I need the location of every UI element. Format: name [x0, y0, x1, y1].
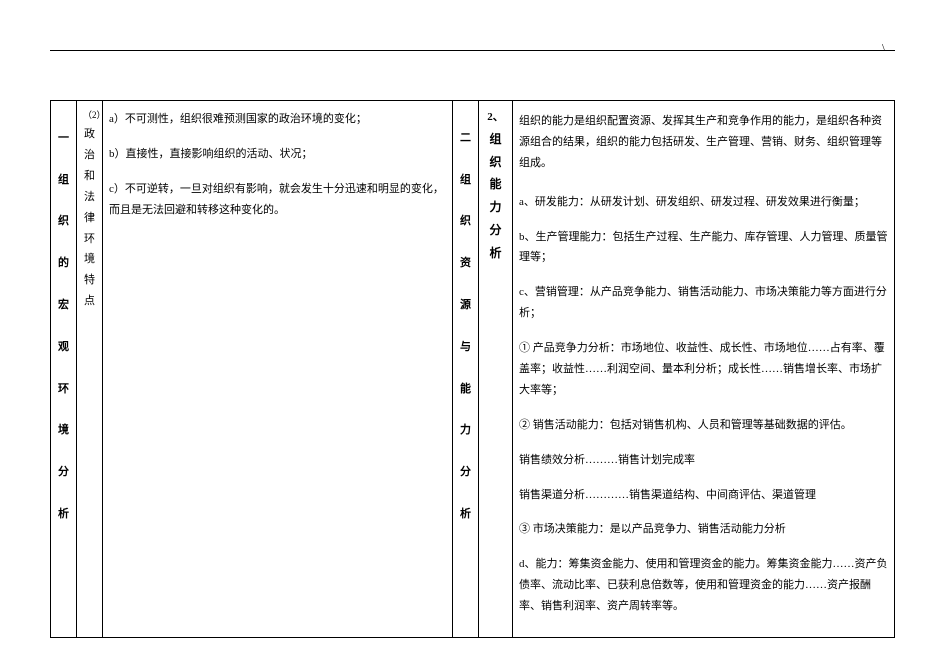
left-sub-title-char: 和: [83, 166, 96, 187]
right-sale-channel: 销售渠道分析…………销售渠道结构、中间商评估、渠道管理: [519, 485, 888, 506]
left-sub-title-char: 点: [83, 291, 96, 312]
left-section-title-char: 分: [57, 462, 70, 483]
table-row: 一 组 织 的 宏 观 环 境 分 析 （2） 政 治 和 法 律 环 境 特 …: [51, 101, 895, 638]
right-section-title-char: 织: [459, 211, 472, 232]
header-rule: [50, 50, 895, 51]
right-item-d: d、能力：筹集资金能力、使用和管理资金的能力。筹集资金能力……资产负债率、流动比…: [519, 554, 888, 617]
right-sub-title-char: 组: [485, 128, 506, 151]
left-section-number: 一: [57, 128, 70, 149]
left-section-title-char: 境: [57, 420, 70, 441]
right-section-title-char: 资: [459, 253, 472, 274]
left-section-title-char: 环: [57, 379, 70, 400]
right-item-3: ③ 市场决策能力：是以产品竞争力、销售活动能力分析: [519, 519, 888, 540]
left-sub-title-char: 法: [83, 187, 96, 208]
left-section-title-char: 宏: [57, 295, 70, 316]
right-sub-title-char: 分: [485, 219, 506, 242]
right-section-title-char: 分: [459, 462, 472, 483]
right-item-c: c、营销管理：从产品竞争能力、销售活动能力、市场决策能力等方面进行分析；: [519, 282, 888, 324]
right-section-title-char: 源: [459, 295, 472, 316]
left-sub-header: （2） 政 治 和 法 律 环 境 特 点: [77, 101, 103, 638]
left-sub-title-char: 律: [83, 208, 96, 229]
right-sub-header: 2、 组 织 能 力 分 析: [479, 101, 513, 638]
left-section-title-char: 析: [57, 504, 70, 525]
right-item-a: a、研发能力：从研发计划、研发组织、研发过程、研发效果进行衡量；: [519, 192, 888, 213]
right-intro: 组织的能力是组织配置资源、发挥其生产和竞争作用的能力，是组织各种资源组合的结果，…: [519, 111, 888, 174]
right-sale-eff: 销售绩效分析………销售计划完成率: [519, 450, 888, 471]
header-top-mark: \: [882, 42, 885, 54]
right-section-title-char: 能: [459, 379, 472, 400]
right-sub-title-char: 能: [485, 173, 506, 196]
left-item-b: b）直接性，直接影响组织的活动、状况；: [109, 144, 446, 165]
left-section-title-char: 观: [57, 337, 70, 358]
page-header: \: [50, 50, 895, 80]
right-section-title-char: 力: [459, 420, 472, 441]
left-section-header: 一 组 织 的 宏 观 环 境 分 析: [51, 101, 77, 638]
right-item-1: ① 产品竞争力分析：市场地位、收益性、成长性、市场地位……占有率、覆盖率；收益性…: [519, 338, 888, 401]
right-section-header: 二 组 织 资 源 与 能 力 分 析: [453, 101, 479, 638]
left-sub-number: （2）: [83, 107, 96, 124]
left-sub-title-char: 特: [83, 270, 96, 291]
right-section-title-char: 与: [459, 337, 472, 358]
left-content-cell: a）不可测性，组织很难预测国家的政治环境的变化； b）直接性，直接影响组织的活动…: [103, 101, 453, 638]
left-item-a: a）不可测性，组织很难预测国家的政治环境的变化；: [109, 109, 446, 130]
left-sub-title-char: 环: [83, 229, 96, 250]
left-sub-title-char: 境: [83, 249, 96, 270]
right-content-cell: 组织的能力是组织配置资源、发挥其生产和竞争作用的能力，是组织各种资源组合的结果，…: [513, 101, 895, 638]
right-item-2: ② 销售活动能力：包括对销售机构、人员和管理等基础数据的评估。: [519, 415, 888, 436]
left-item-c: c）不可逆转，一旦对组织有影响，就会发生十分迅速和明显的变化，而且是无法回避和转…: [109, 179, 446, 221]
left-sub-title-char: 治: [83, 145, 96, 166]
right-sub-title-char: 织: [485, 151, 506, 174]
right-sub-title-char: 析: [485, 242, 506, 265]
right-sub-title-char: 力: [485, 196, 506, 219]
main-table: 一 组 织 的 宏 观 环 境 分 析 （2） 政 治 和 法 律 环 境 特 …: [50, 100, 895, 638]
left-section-title-char: 织: [57, 211, 70, 232]
left-section-title-char: 组: [57, 170, 70, 191]
right-item-b: b、生产管理能力：包括生产过程、生产能力、库存管理、人力管理、质量管理等；: [519, 227, 888, 269]
right-section-title-char: 组: [459, 170, 472, 191]
right-sub-number: 2、: [485, 107, 506, 128]
right-section-title-char: 析: [459, 504, 472, 525]
left-sub-title-char: 政: [83, 124, 96, 145]
right-section-number: 二: [459, 128, 472, 149]
left-section-title-char: 的: [57, 253, 70, 274]
